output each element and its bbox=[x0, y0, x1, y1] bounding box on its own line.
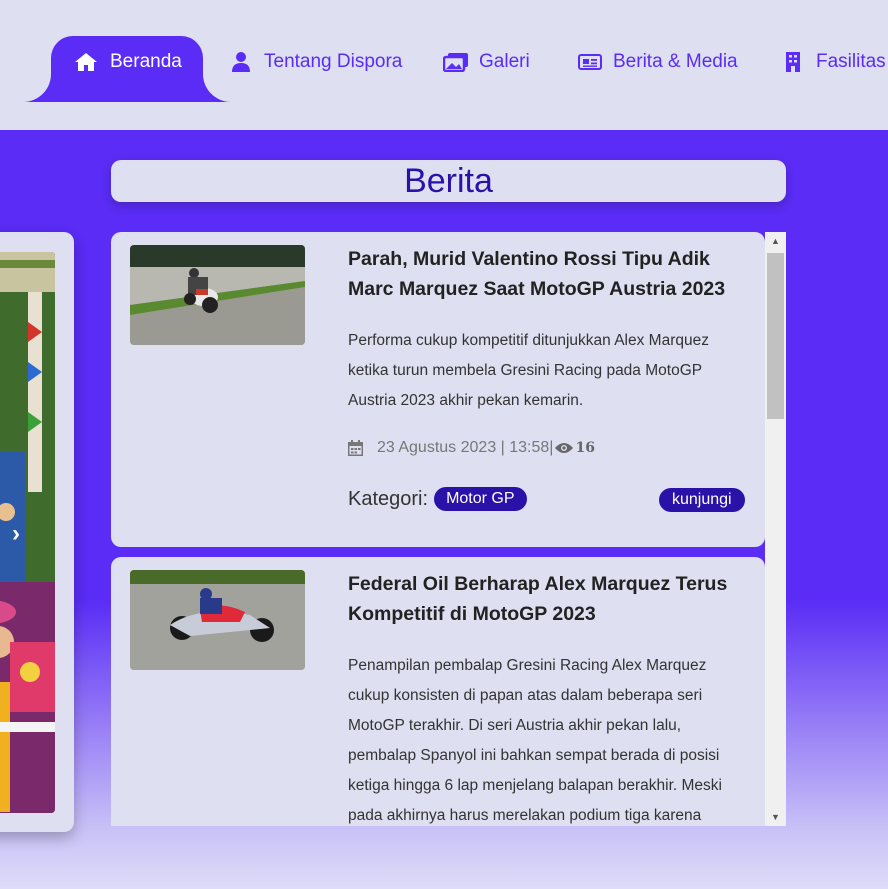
view-count: 16 bbox=[555, 440, 595, 456]
user-icon bbox=[228, 51, 254, 73]
news-excerpt: Penampilan pembalap Gresini Racing Alex … bbox=[348, 657, 722, 824]
nav-item-fasilitas[interactable]: Fasilitas bbox=[780, 36, 886, 88]
news-scrollbar[interactable]: ▲ ▼ bbox=[765, 232, 786, 826]
scroll-down-arrow-icon[interactable]: ▼ bbox=[765, 808, 786, 826]
nav-item-berita-media[interactable]: Berita & Media bbox=[577, 36, 738, 88]
nav-item-label: Galeri bbox=[479, 51, 530, 72]
scroll-up-arrow-icon[interactable]: ▲ bbox=[765, 232, 786, 250]
carousel-next-chevron-icon[interactable]: › bbox=[12, 520, 20, 548]
building-icon bbox=[780, 51, 806, 73]
nav-item-label: Berita & Media bbox=[613, 51, 738, 72]
images-icon bbox=[443, 51, 469, 73]
news-date: 23 Agustus 2023 | 13:58| bbox=[377, 439, 554, 456]
news-meta: 23 Agustus 2023 | 13:58| 16 bbox=[348, 439, 595, 457]
newspaper-icon bbox=[577, 51, 603, 73]
news-list: Parah, Murid Valentino Rossi Tipu Adik M… bbox=[111, 232, 786, 826]
nav-item-label: Fasilitas bbox=[816, 51, 886, 72]
nav-item-tentang-dispora[interactable]: Tentang Dispora bbox=[228, 36, 402, 88]
news-title[interactable]: Parah, Murid Valentino Rossi Tipu Adik M… bbox=[348, 244, 748, 304]
calendar-icon bbox=[348, 440, 363, 456]
carousel-image bbox=[0, 252, 55, 813]
category-label: Kategori: bbox=[348, 487, 429, 510]
news-thumbnail[interactable] bbox=[130, 245, 305, 345]
news-thumbnail[interactable] bbox=[130, 570, 305, 670]
nav-item-label: Tentang Dispora bbox=[264, 51, 403, 72]
nav-item-label: Beranda bbox=[110, 51, 182, 72]
top-navigation: Beranda Tentang Dispora Galeri Berita & … bbox=[0, 0, 888, 130]
nav-item-beranda[interactable]: Beranda bbox=[15, 36, 239, 102]
home-icon bbox=[74, 51, 100, 73]
scrollbar-thumb[interactable] bbox=[767, 253, 784, 419]
view-count-value: 16 bbox=[575, 440, 595, 456]
section-title: Berita bbox=[111, 160, 786, 202]
visit-button[interactable]: kunjungi bbox=[659, 488, 745, 512]
eye-icon bbox=[555, 442, 574, 454]
news-excerpt: Performa cukup kompetitif ditunjukkan Al… bbox=[348, 332, 709, 409]
nav-item-galeri[interactable]: Galeri bbox=[443, 36, 530, 88]
news-card: Parah, Murid Valentino Rossi Tipu Adik M… bbox=[111, 232, 765, 547]
category-badge[interactable]: Motor GP bbox=[434, 487, 527, 511]
news-card: Federal Oil Berharap Alex Marquez Terus … bbox=[111, 557, 765, 826]
news-category: Kategori: Motor GP bbox=[348, 487, 527, 511]
news-title[interactable]: Federal Oil Berharap Alex Marquez Terus … bbox=[348, 569, 748, 629]
